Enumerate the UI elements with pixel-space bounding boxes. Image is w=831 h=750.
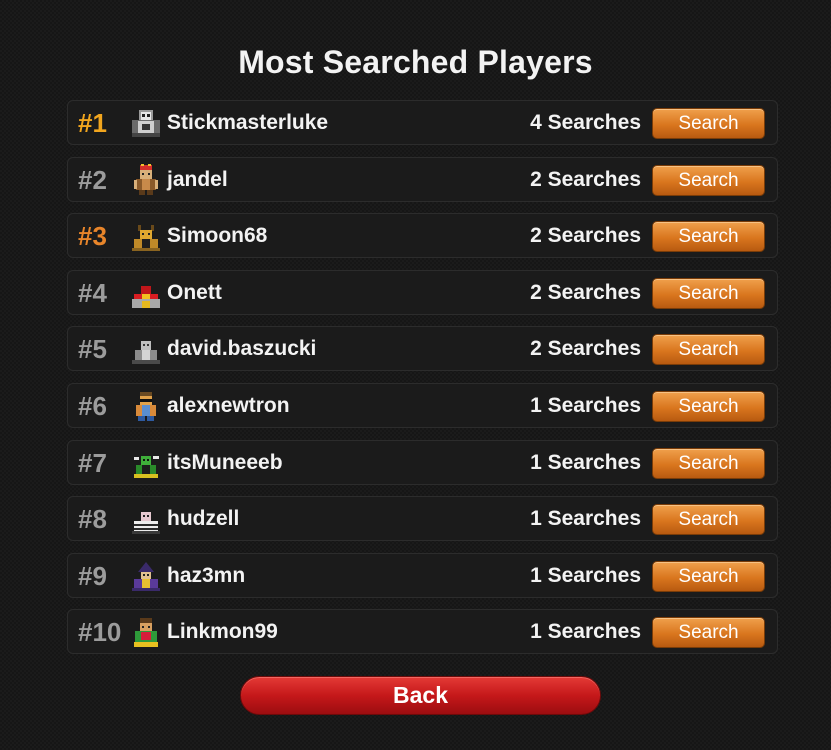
search-count: 4 Searches	[530, 111, 641, 134]
avatar-david-baszucki-icon	[130, 333, 162, 365]
search-button[interactable]: Search	[652, 164, 765, 196]
player-row: #9 haz3mn 1 Searches Search	[67, 552, 778, 598]
search-button[interactable]: Search	[652, 334, 765, 366]
player-row: #3 Simoon68 2 Searches Search	[67, 213, 778, 259]
player-row: #7 itsMuneeeb 1 Searches Search	[67, 439, 778, 485]
player-row: #10 Linkmon99 1 Searches Search	[67, 609, 778, 655]
rank-label: #9	[78, 560, 107, 591]
search-count: 1 Searches	[530, 620, 641, 644]
player-name: haz3mn	[167, 563, 246, 587]
player-name: hudzell	[167, 507, 240, 531]
rank-label: #1	[78, 108, 107, 138]
search-count: 1 Searches	[530, 563, 641, 587]
player-name: Simoon68	[167, 224, 268, 248]
rank-label: #4	[78, 277, 107, 308]
player-list: #1 Stickmasterluke 4 Searches Search #2	[67, 100, 778, 666]
avatar-linkmon99-icon	[130, 616, 162, 648]
search-button[interactable]: Search	[652, 447, 765, 479]
player-row: #2 jandel 2 Searches Search	[67, 156, 778, 202]
player-row: #8 hudzell 1 Searches Search	[67, 496, 778, 542]
search-button[interactable]: Search	[652, 560, 765, 592]
search-count: 2 Searches	[530, 167, 641, 191]
search-button[interactable]: Search	[652, 504, 765, 536]
back-button[interactable]: Back	[240, 676, 601, 715]
search-count: 2 Searches	[530, 337, 641, 361]
search-button[interactable]: Search	[652, 390, 765, 422]
search-button[interactable]: Search	[652, 617, 765, 649]
player-name: david.baszucki	[167, 337, 317, 361]
avatar-jandel-icon	[130, 163, 162, 196]
search-button[interactable]: Search	[652, 108, 765, 139]
rank-label: #7	[78, 447, 107, 478]
avatar-stickmasterluke-icon	[130, 107, 162, 139]
rank-label: #8	[78, 504, 107, 535]
search-count: 1 Searches	[530, 393, 641, 417]
player-row: #1 Stickmasterluke 4 Searches Search	[67, 100, 778, 145]
player-row: #4 Onett 2 Searches Search	[67, 269, 778, 315]
rank-label: #10	[78, 617, 122, 648]
avatar-onett-icon	[130, 277, 162, 309]
player-name: jandel	[167, 167, 228, 191]
search-count: 2 Searches	[530, 280, 641, 304]
avatar-hudzell-icon	[130, 503, 162, 535]
rank-label: #3	[78, 221, 107, 252]
rank-label: #5	[78, 334, 107, 365]
search-button[interactable]: Search	[652, 277, 765, 309]
rank-label: #6	[78, 390, 107, 421]
player-name: Stickmasterluke	[167, 111, 329, 134]
search-count: 2 Searches	[530, 224, 641, 248]
avatar-simoon68-icon	[130, 220, 162, 252]
player-name: Linkmon99	[167, 620, 278, 644]
player-name: alexnewtron	[167, 393, 290, 417]
avatar-haz3mn-icon	[130, 560, 162, 592]
search-count: 1 Searches	[530, 507, 641, 531]
player-row: #5 david.baszucki 2 Searches Search	[67, 326, 778, 372]
player-row: #6 alexnewtron 1 Searches Search	[67, 382, 778, 428]
page-title: Most Searched Players	[238, 44, 593, 80]
search-button[interactable]: Search	[652, 221, 765, 253]
avatar-itsmuneeeb-icon	[130, 447, 162, 479]
player-name: itsMuneeeb	[167, 450, 283, 474]
avatar-alexnewtron-icon	[130, 390, 162, 422]
player-name: Onett	[167, 280, 222, 304]
rank-label: #2	[78, 164, 107, 195]
search-count: 1 Searches	[530, 450, 641, 474]
